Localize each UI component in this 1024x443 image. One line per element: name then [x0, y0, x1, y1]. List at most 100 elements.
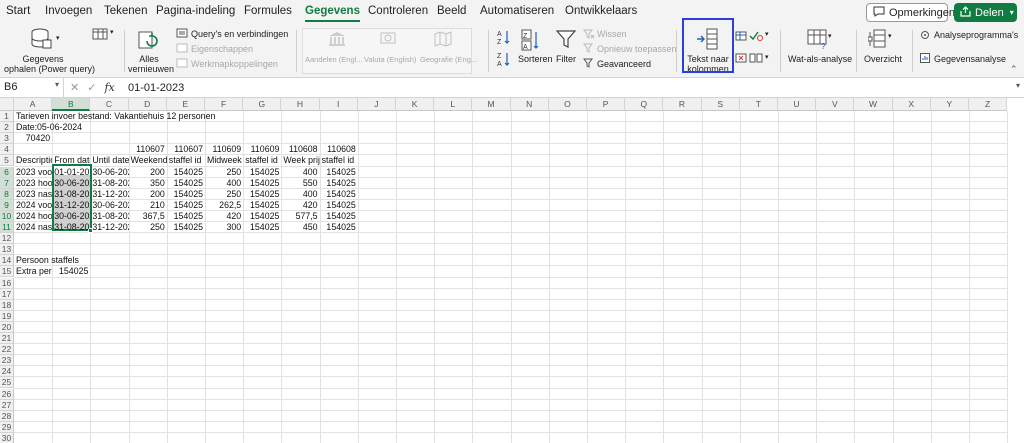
cell-c5[interactable]: Until date — [90, 155, 128, 166]
cell-g10[interactable]: 154025 — [243, 211, 281, 222]
row-header-4[interactable]: 4 — [0, 144, 14, 156]
cell-g6[interactable]: 154025 — [243, 167, 281, 178]
filter-icon[interactable] — [555, 29, 577, 52]
cell-a1[interactable]: Tarieven invoer bestand: Vakantiehuis 12… — [14, 111, 314, 122]
fx-icon[interactable]: fx — [104, 81, 114, 94]
clear-button[interactable]: Wissen — [597, 29, 627, 39]
column-header-r[interactable]: R — [663, 98, 702, 111]
column-header-p[interactable]: P — [587, 98, 626, 111]
cell-f6[interactable]: 250 — [205, 167, 243, 178]
row-header-14[interactable]: 14 — [0, 255, 14, 267]
cell-d10[interactable]: 367,5 — [129, 211, 167, 222]
cell-c8[interactable]: 31-12-2023 — [90, 189, 128, 200]
row-header-8[interactable]: 8 — [0, 188, 14, 200]
cell-a2[interactable]: Date:05-06-2024 — [14, 122, 314, 133]
cell-b7[interactable]: 30-06-2023 — [52, 178, 90, 189]
column-header-q[interactable]: Q — [625, 98, 664, 111]
column-header-w[interactable]: W — [854, 98, 893, 111]
column-header-z[interactable]: Z — [969, 98, 1008, 111]
cell-i4[interactable]: 110608 — [320, 144, 358, 155]
select-all-corner[interactable] — [0, 98, 14, 111]
cell-h10[interactable]: 577,5 — [281, 211, 319, 222]
data-validation-icon[interactable] — [749, 31, 763, 44]
row-header-20[interactable]: 20 — [0, 321, 14, 333]
outline-button[interactable]: Overzicht — [864, 54, 902, 64]
refresh-icon[interactable] — [136, 30, 158, 55]
cell-b11[interactable]: 31-08-2024 — [52, 222, 90, 233]
cell-e4[interactable]: 110607 — [167, 144, 205, 155]
chevron-down-icon[interactable]: ▾ — [55, 80, 59, 89]
cell-h4[interactable]: 110608 — [281, 144, 319, 155]
properties-button[interactable]: Eigenschappen — [191, 44, 253, 54]
cell-b15[interactable]: 154025 — [52, 266, 90, 277]
cell-c10[interactable]: 31-08-2024 — [90, 211, 128, 222]
row-header-21[interactable]: 21 — [0, 333, 14, 345]
cell-d4[interactable]: 110607 — [129, 144, 167, 155]
cell-e9[interactable]: 154025 — [167, 200, 205, 211]
cell-i11[interactable]: 154025 — [320, 222, 358, 233]
cell-e8[interactable]: 154025 — [167, 189, 205, 200]
cell-h7[interactable]: 550 — [281, 178, 319, 189]
cell-f8[interactable]: 250 — [205, 189, 243, 200]
data-type-stocks[interactable]: Aandelen (Engl... — [305, 55, 363, 64]
tab-automatiseren[interactable]: Automatiseren — [480, 5, 554, 17]
cell-i7[interactable]: 154025 — [320, 178, 358, 189]
column-header-g[interactable]: G — [243, 98, 282, 111]
table-range-icon[interactable] — [92, 28, 108, 43]
row-header-22[interactable]: 22 — [0, 344, 14, 356]
data-type-geography[interactable]: Geografie (Eng... — [420, 55, 477, 64]
data-type-currency[interactable]: Valuta (English) — [364, 55, 416, 64]
name-box[interactable]: B6 ▾ — [0, 78, 64, 97]
sort-icon[interactable]: ZA — [521, 29, 541, 54]
cell-b5[interactable]: From date — [52, 155, 90, 166]
cell-f4[interactable]: 110609 — [205, 144, 243, 155]
check-icon[interactable]: ✓ — [87, 81, 96, 94]
row-header-30[interactable]: 30 — [0, 432, 14, 443]
tab-invoegen[interactable]: Invoegen — [45, 5, 92, 17]
column-header-c[interactable]: C — [90, 98, 129, 111]
cell-c6[interactable]: 30-06-2023 — [90, 167, 128, 178]
cell-f9[interactable]: 262,5 — [205, 200, 243, 211]
cell-h6[interactable]: 400 — [281, 167, 319, 178]
cell-b8[interactable]: 31-08-2023 — [52, 189, 90, 200]
chevron-down-icon[interactable]: ▾ — [765, 53, 769, 61]
column-header-h[interactable]: H — [281, 98, 320, 111]
row-header-19[interactable]: 19 — [0, 310, 14, 322]
cell-a3[interactable]: 70420 — [14, 133, 52, 144]
chevron-down-icon[interactable]: ▾ — [828, 32, 832, 40]
flash-fill-icon[interactable] — [735, 31, 747, 44]
tab-formules[interactable]: Formules — [244, 5, 292, 17]
cell-d6[interactable]: 200 — [129, 167, 167, 178]
cell-d9[interactable]: 210 — [129, 200, 167, 211]
cell-d11[interactable]: 250 — [129, 222, 167, 233]
column-header-u[interactable]: U — [778, 98, 817, 111]
cell-c9[interactable]: 30-06-2024 — [90, 200, 128, 211]
cell-a8[interactable]: 2023 nasei — [14, 189, 52, 200]
queries-connections-button[interactable]: Query's en verbindingen — [191, 29, 288, 39]
row-header-24[interactable]: 24 — [0, 366, 14, 378]
row-header-3[interactable]: 3 — [0, 133, 14, 145]
tab-tekenen[interactable]: Tekenen — [104, 5, 147, 17]
workbook-links-button[interactable]: Werkmapkoppelingen — [191, 59, 278, 69]
row-header-13[interactable]: 13 — [0, 244, 14, 256]
cell-h11[interactable]: 450 — [281, 222, 319, 233]
cell-g8[interactable]: 154025 — [243, 189, 281, 200]
row-header-26[interactable]: 26 — [0, 388, 14, 400]
advanced-button[interactable]: Geavanceerd — [597, 59, 651, 69]
column-header-b[interactable]: B — [52, 98, 91, 111]
cell-a9[interactable]: 2024 voors — [14, 200, 52, 211]
refresh-all-button[interactable]: Alles vernieuwen — [128, 54, 174, 74]
comments-button[interactable]: Opmerkingen — [866, 3, 955, 22]
cell-b9[interactable]: 31-12-2023 — [52, 200, 90, 211]
chevron-down-icon[interactable]: ▾ — [888, 32, 892, 40]
cell-e11[interactable]: 154025 — [167, 222, 205, 233]
column-header-e[interactable]: E — [166, 98, 205, 111]
column-header-t[interactable]: T — [739, 98, 778, 111]
column-header-x[interactable]: X — [892, 98, 931, 111]
share-button[interactable]: Delen ▾ — [954, 3, 1017, 22]
row-header-9[interactable]: 9 — [0, 199, 14, 211]
chevron-down-icon[interactable]: ▾ — [56, 34, 60, 42]
cell-b6[interactable]: 01-01-2023 — [52, 167, 90, 178]
cell-e10[interactable]: 154025 — [167, 211, 205, 222]
reapply-button[interactable]: Opnieuw toepassen — [597, 44, 677, 54]
